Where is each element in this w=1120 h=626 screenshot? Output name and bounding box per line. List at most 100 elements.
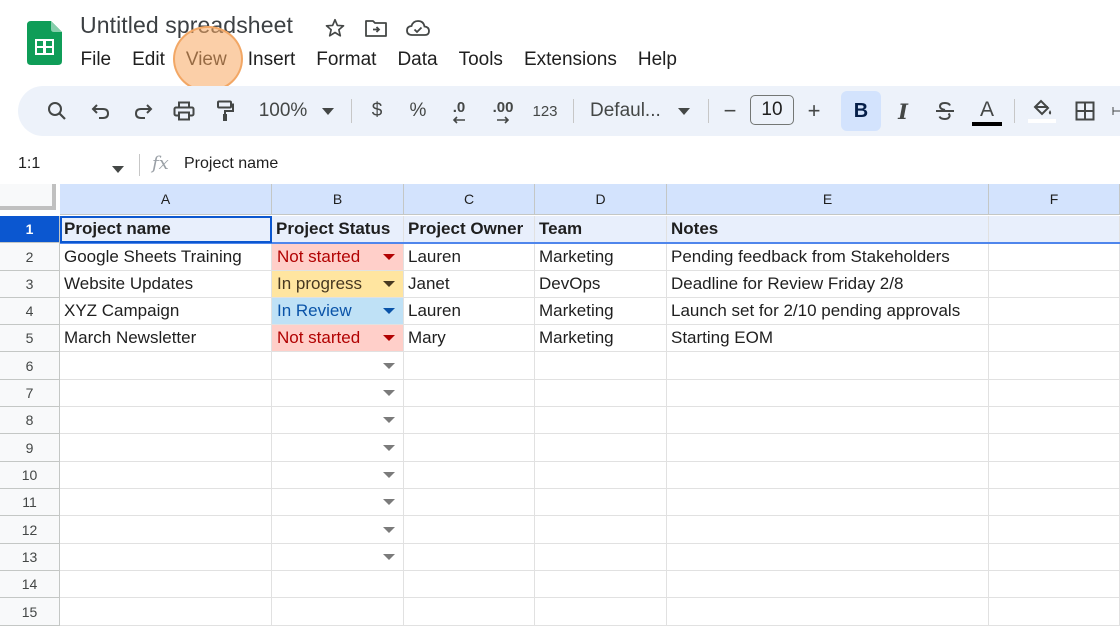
cell-b1[interactable]: Project Status	[272, 216, 404, 243]
cell-f2[interactable]	[989, 243, 1120, 271]
chevron-down-icon[interactable]	[383, 499, 395, 505]
cell-e2[interactable]: Pending feedback from Stakeholders	[667, 243, 989, 271]
fill-color-button[interactable]	[1025, 86, 1059, 136]
row-header-7[interactable]: 7	[0, 380, 60, 407]
cell-d6[interactable]	[535, 352, 667, 380]
status-dropdown-b2[interactable]: Not started	[272, 243, 404, 271]
chevron-down-icon[interactable]	[383, 253, 395, 260]
chevron-down-icon[interactable]	[383, 390, 395, 396]
undo-icon[interactable]	[86, 86, 116, 136]
cell-e7[interactable]	[667, 380, 989, 407]
cell-e8[interactable]	[667, 407, 989, 434]
cell-a6[interactable]	[60, 352, 272, 380]
font-size-input[interactable]: 10	[750, 95, 794, 125]
menu-data[interactable]: Data	[387, 46, 448, 74]
cell-b6[interactable]	[272, 352, 404, 380]
cell-e1[interactable]: Notes	[667, 216, 989, 243]
menu-insert[interactable]: Insert	[237, 46, 306, 74]
zoom-dropdown-icon[interactable]	[318, 86, 338, 136]
column-header-c[interactable]: C	[404, 184, 535, 215]
text-color-button[interactable]: A	[970, 86, 1004, 136]
formula-input[interactable]: Project name	[184, 155, 278, 173]
cell-c5[interactable]: Mary	[404, 325, 535, 352]
cell-d14[interactable]	[535, 571, 667, 598]
cell-a4[interactable]: XYZ Campaign	[60, 298, 272, 325]
cell-f15[interactable]	[989, 598, 1120, 626]
chevron-down-icon[interactable]	[383, 444, 395, 451]
cell-a3[interactable]: Website Updates	[60, 271, 272, 298]
cell-e9[interactable]	[667, 434, 989, 462]
paint-format-icon[interactable]	[210, 86, 240, 136]
row-header-5[interactable]: 5	[0, 325, 60, 352]
cell-a10[interactable]	[60, 462, 272, 489]
cell-e15[interactable]	[667, 598, 989, 626]
cell-b9[interactable]	[272, 434, 404, 462]
cell-a7[interactable]	[60, 380, 272, 407]
cell-f1[interactable]	[989, 216, 1120, 243]
cell-b8[interactable]	[272, 407, 404, 434]
cell-a11[interactable]	[60, 489, 272, 516]
cell-c10[interactable]	[404, 462, 535, 489]
column-header-a[interactable]: A	[60, 184, 272, 215]
cell-b11[interactable]	[272, 489, 404, 516]
cell-c12[interactable]	[404, 516, 535, 544]
cell-b7[interactable]	[272, 380, 404, 407]
cell-f13[interactable]	[989, 544, 1120, 571]
cell-d4[interactable]: Marketing	[535, 298, 667, 325]
menu-edit[interactable]: Edit	[122, 46, 176, 74]
cell-c8[interactable]	[404, 407, 535, 434]
merge-cells-icon[interactable]	[1112, 86, 1120, 136]
cell-e11[interactable]	[667, 489, 989, 516]
bold-button[interactable]: B	[841, 91, 881, 131]
menu-file[interactable]: File	[70, 46, 122, 74]
move-folder-icon[interactable]	[363, 15, 389, 41]
cell-e10[interactable]	[667, 462, 989, 489]
row-header-2[interactable]: 2	[0, 243, 60, 271]
row-header-13[interactable]: 13	[0, 544, 60, 571]
cell-d10[interactable]	[535, 462, 667, 489]
cell-c9[interactable]	[404, 434, 535, 462]
cell-f10[interactable]	[989, 462, 1120, 489]
cell-a2[interactable]: Google Sheets Training	[60, 243, 272, 271]
row-header-14[interactable]: 14	[0, 571, 60, 598]
cell-c15[interactable]	[404, 598, 535, 626]
cell-c3[interactable]: Janet	[404, 271, 535, 298]
cell-a13[interactable]	[60, 544, 272, 571]
cell-e6[interactable]	[667, 352, 989, 380]
chevron-down-icon[interactable]	[383, 472, 395, 478]
cell-b14[interactable]	[272, 571, 404, 598]
cell-d3[interactable]: DevOps	[535, 271, 667, 298]
strikethrough-icon[interactable]	[930, 86, 960, 136]
chevron-down-icon[interactable]	[383, 362, 395, 369]
cell-d1[interactable]: Team	[535, 216, 667, 243]
font-dropdown-icon[interactable]	[676, 86, 692, 136]
cell-d15[interactable]	[535, 598, 667, 626]
row-header-15[interactable]: 15	[0, 598, 60, 626]
zoom-select[interactable]: 100%	[253, 86, 313, 136]
cell-b10[interactable]	[272, 462, 404, 489]
status-dropdown-b5[interactable]: Not started	[272, 325, 404, 352]
column-header-d[interactable]: D	[535, 184, 667, 215]
chevron-down-icon[interactable]	[383, 417, 395, 423]
cell-c14[interactable]	[404, 571, 535, 598]
chevron-down-icon[interactable]	[383, 308, 395, 314]
cell-d9[interactable]	[535, 434, 667, 462]
cloud-saved-icon[interactable]	[405, 15, 431, 41]
chevron-down-icon[interactable]	[383, 335, 395, 341]
cell-e13[interactable]	[667, 544, 989, 571]
cell-f7[interactable]	[989, 380, 1120, 407]
cell-a14[interactable]	[60, 571, 272, 598]
cell-f14[interactable]	[989, 571, 1120, 598]
cell-d12[interactable]	[535, 516, 667, 544]
row-header-9[interactable]: 9	[0, 434, 60, 462]
column-header-b[interactable]: B	[272, 184, 404, 215]
cell-f5[interactable]	[989, 325, 1120, 352]
menu-view[interactable]: View	[175, 46, 237, 74]
percent-format-button[interactable]: %	[404, 86, 432, 136]
row-header-3[interactable]: 3	[0, 271, 60, 298]
row-header-6[interactable]: 6	[0, 352, 60, 380]
cell-e3[interactable]: Deadline for Review Friday 2/8	[667, 271, 989, 298]
cell-e14[interactable]	[667, 571, 989, 598]
cell-a1[interactable]: Project name	[60, 216, 272, 243]
row-header-11[interactable]: 11	[0, 489, 60, 516]
